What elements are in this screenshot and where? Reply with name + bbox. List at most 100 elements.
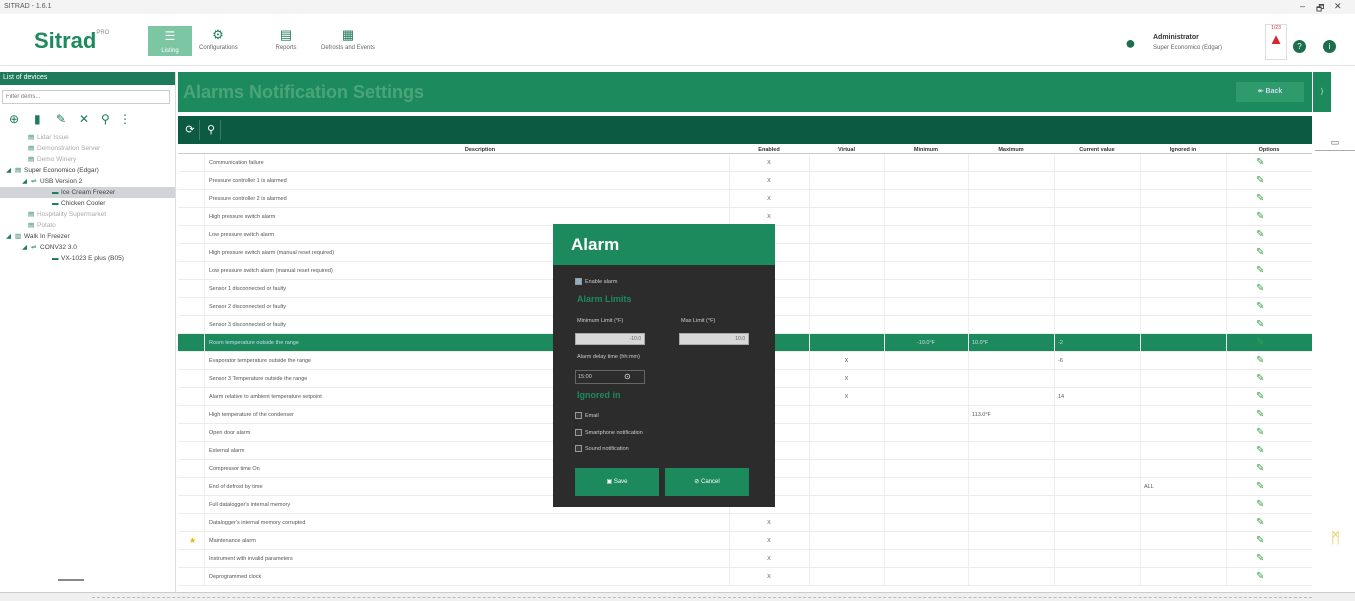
expand-icon: ◢	[6, 167, 11, 174]
max-limit-input[interactable]: 10.0	[679, 333, 749, 345]
table-row[interactable]: Deprogrammed clock X ✎	[178, 568, 1312, 586]
edit-alarm-icon[interactable]: ✎	[1256, 355, 1268, 367]
edit-alarm-icon[interactable]: ✎	[1256, 445, 1268, 457]
info-icon[interactable]: i	[1323, 40, 1336, 53]
edit-alarm-icon[interactable]: ✎	[1256, 229, 1268, 241]
tree-item[interactable]: ▤ Lidar Issue	[0, 132, 175, 143]
cell-maximum	[972, 208, 1058, 225]
tree-item[interactable]: ▤ Demo Winery	[0, 154, 175, 165]
save-button[interactable]: ▣ Save	[575, 468, 659, 496]
delay-time-input[interactable]: 15:00 ⊙	[575, 370, 645, 384]
edit-alarm-icon[interactable]: ✎	[1256, 553, 1268, 565]
refresh-icon[interactable]: ⟳	[181, 120, 200, 140]
column-divider	[968, 496, 969, 513]
minimize-icon[interactable]: –	[1300, 1, 1305, 11]
edit-alarm-icon[interactable]: ✎	[1256, 301, 1268, 313]
table-row[interactable]: ★ Maintenance alarm X ✎	[178, 532, 1312, 550]
cell-enabled: X	[767, 574, 771, 580]
tree-item[interactable]: ▬ Chicken Cooler	[0, 198, 175, 209]
edit-alarm-icon[interactable]: ✎	[1256, 337, 1268, 349]
search-icon[interactable]: ⚲	[202, 120, 221, 140]
alarm-indicator[interactable]: 1/23 ▲	[1265, 24, 1287, 60]
edit-alarm-icon[interactable]: ✎	[1256, 283, 1268, 295]
tree-item[interactable]: ▬ VX-1023 E plus (B05)	[0, 253, 175, 264]
edit-icon[interactable]: ✎	[56, 112, 66, 126]
edit-alarm-icon[interactable]: ✎	[1256, 319, 1268, 331]
enable-alarm-checkbox[interactable]: Enable alarm	[575, 278, 617, 285]
edit-alarm-icon[interactable]: ✎	[1256, 211, 1268, 223]
tree-item[interactable]: ◢ ⇌ USB Version 2	[0, 176, 175, 187]
cell-maximum: 10.0°F	[972, 340, 989, 346]
cell-virtual: X	[844, 376, 849, 382]
cell-ignored	[1144, 154, 1230, 171]
close-window-icon[interactable]: ✕	[1334, 1, 1342, 12]
tree-item[interactable]: ◢ ▤ Super Economico (Edgar)	[0, 165, 175, 176]
edit-alarm-icon[interactable]: ✎	[1256, 499, 1268, 511]
table-row[interactable]: Instrument with invalid parameters X ✎	[178, 550, 1312, 568]
clock-icon[interactable]: ⊙	[624, 372, 631, 381]
tree-item-selected[interactable]: ▬ Ice Cream Freezer	[0, 187, 175, 198]
column-divider	[968, 478, 969, 495]
sidebar-scroll-handle[interactable]	[58, 579, 84, 581]
add-icon[interactable]: ⊕	[9, 112, 19, 126]
tree-item[interactable]: ▤ Potato	[0, 220, 175, 231]
device-tree: ▤ Lidar Issue ▤ Demonstration Server ▤ Demo…	[0, 132, 175, 264]
cell-enabled: X	[767, 556, 771, 562]
folder-icon: ▤	[28, 134, 35, 141]
hamburger-icon: ☰	[164, 29, 176, 43]
email-checkbox[interactable]: Email	[575, 412, 599, 419]
tree-item[interactable]: ▤ Hospitality Supermarket	[0, 209, 175, 220]
user-profile[interactable]: ● Administrator Super Economico (Edgar)	[1125, 28, 1245, 58]
edit-alarm-icon[interactable]: ✎	[1256, 409, 1268, 421]
table-row[interactable]: Pressure controller 1 is alarmed X ✎	[178, 172, 1312, 190]
filter-items-input[interactable]	[2, 90, 170, 104]
edit-alarm-icon[interactable]: ✎	[1256, 391, 1268, 403]
folder-icon: ▤	[28, 211, 35, 218]
cancel-button[interactable]: ⊘ Cancel	[665, 468, 749, 496]
min-limit-input[interactable]: -10.0	[575, 333, 645, 345]
page-banner: Alarms Notification Settings ↞ Back	[178, 72, 1312, 112]
nav-configurations[interactable]: ⚙ Configurations	[199, 28, 238, 52]
edit-alarm-icon[interactable]: ✎	[1256, 517, 1268, 529]
cell-ignored	[1144, 334, 1230, 351]
help-icon[interactable]: ?	[1293, 40, 1306, 53]
edit-alarm-icon[interactable]: ✎	[1256, 571, 1268, 583]
column-divider	[204, 208, 205, 225]
table-row[interactable]: Pressure controller 2 is alarmed X ✎	[178, 190, 1312, 208]
tree-item[interactable]: ◢ ▥ Walk In Freezer	[0, 231, 175, 242]
tree-item[interactable]: ▤ Demonstration Server	[0, 143, 175, 154]
edit-alarm-icon[interactable]: ✎	[1256, 481, 1268, 493]
edit-alarm-icon[interactable]: ✎	[1256, 373, 1268, 385]
panel-toggle-icon[interactable]: ▭	[1328, 137, 1342, 148]
tree-item[interactable]: ◢ ⇌ CONV32 3.0	[0, 242, 175, 253]
back-button[interactable]: ↞ Back	[1236, 82, 1304, 102]
sound-notification-checkbox[interactable]: Sound notification	[575, 445, 629, 452]
table-row[interactable]: Communication failure X ✎	[178, 154, 1312, 172]
edit-alarm-icon[interactable]: ✎	[1256, 157, 1268, 169]
column-divider	[204, 550, 205, 567]
edit-alarm-icon[interactable]: ✎	[1256, 175, 1268, 187]
cell-ignored	[1144, 172, 1230, 189]
smartphone-notification-checkbox[interactable]: Smartphone notification	[575, 429, 643, 436]
edit-alarm-icon[interactable]: ✎	[1256, 193, 1268, 205]
delete-icon[interactable]: ▮	[34, 112, 41, 126]
edit-alarm-icon[interactable]: ✎	[1256, 427, 1268, 439]
more-icon[interactable]: ⋮	[119, 112, 131, 126]
edit-alarm-icon[interactable]: ✎	[1256, 463, 1268, 475]
edit-alarm-icon[interactable]: ✎	[1256, 535, 1268, 547]
edit-alarm-icon[interactable]: ✎	[1256, 265, 1268, 277]
usb-icon: ⇌	[31, 178, 37, 185]
column-divider	[968, 316, 969, 333]
cell-description: Datalogger's internal memory corrupted	[209, 520, 306, 526]
table-row[interactable]: Datalogger's internal memory corrupted X ✎	[178, 514, 1312, 532]
collapse-panel-icon[interactable]: ⟩	[1313, 72, 1331, 112]
cell-minimum	[884, 190, 968, 207]
edit-alarm-icon[interactable]: ✎	[1256, 247, 1268, 259]
listing-menu-button[interactable]: ☰ Listing	[148, 26, 192, 56]
nav-reports[interactable]: ▤ Reports	[266, 28, 306, 52]
nav-defrosts-and-events[interactable]: ▦ Defrosts and Events	[308, 28, 388, 52]
column-divider	[968, 460, 969, 477]
tools-icon[interactable]: ✕	[79, 112, 89, 126]
search-devices-icon[interactable]: ⚲	[101, 112, 110, 126]
window-title: SITRAD - 1.6.1	[4, 3, 52, 10]
